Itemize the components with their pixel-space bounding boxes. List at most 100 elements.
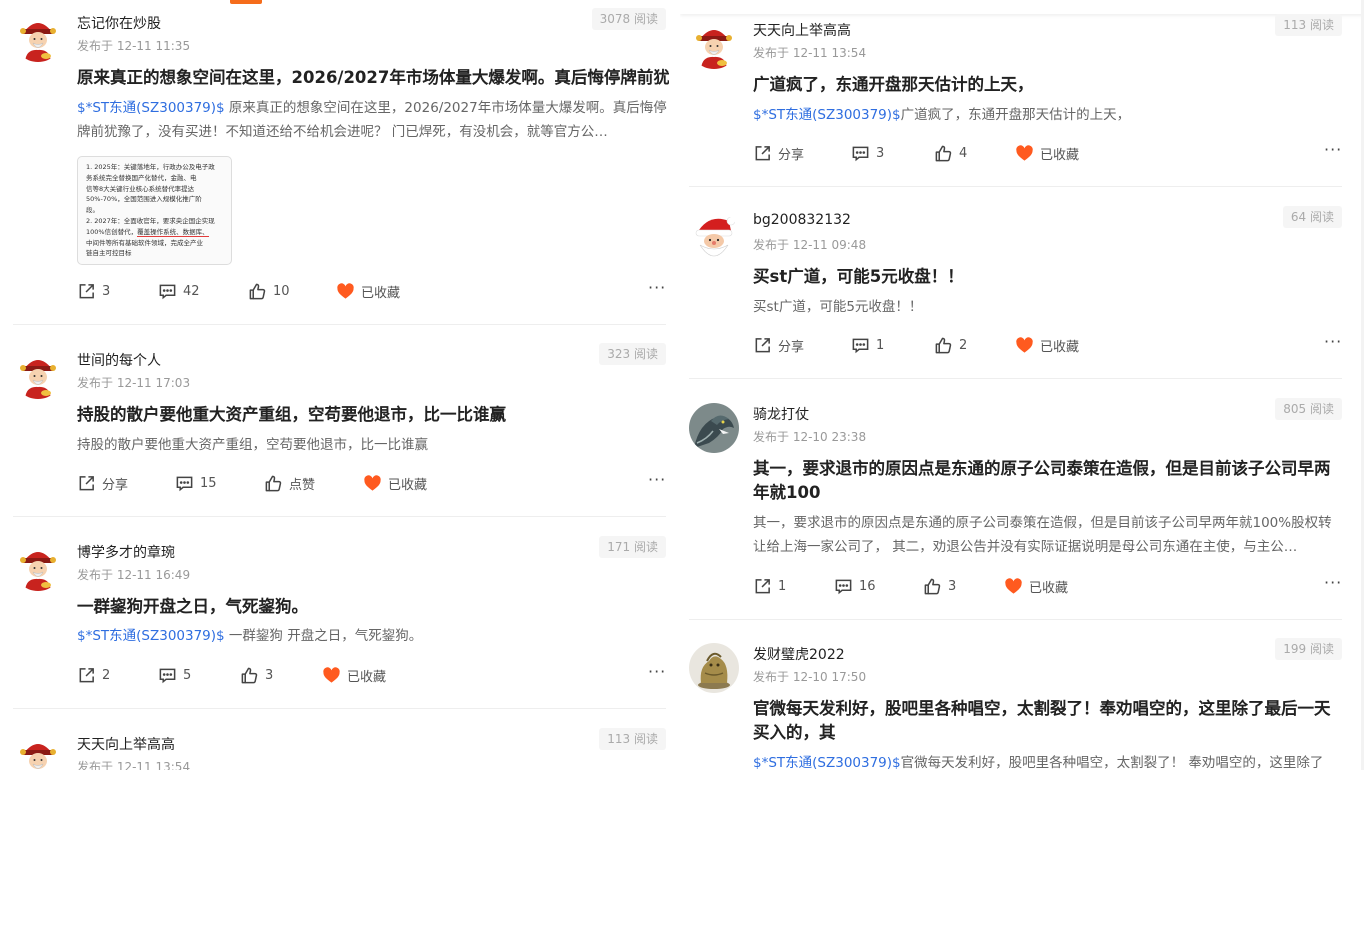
comment-button[interactable]: 1 <box>851 334 884 356</box>
post-body[interactable]: 持股的散户要他重大资产重组，空苟要他退市，比一比谁赢 <box>77 433 669 457</box>
more-icon[interactable]: ··· <box>648 280 666 296</box>
thumb-line: 信等8大关键行业核心系统替代率提达 <box>86 184 195 193</box>
avatar-caishen[interactable] <box>13 12 63 62</box>
thumb-line: 50%-70%，全国范围进入规模化推广阶 <box>86 195 202 204</box>
more-icon[interactable]: ··· <box>1324 142 1342 158</box>
read-count-badge: 323 阅读 <box>599 343 666 365</box>
post-card[interactable]: 骑龙打仗 发布于 12-10 23:38 805 阅读 其一，要求退市的原因点是… <box>680 379 1364 620</box>
username[interactable]: 天天向上举高高 <box>753 20 851 40</box>
username[interactable]: 忘记你在炒股 <box>77 13 161 33</box>
stock-link[interactable]: $*ST东通(SZ300379)$ <box>753 755 901 770</box>
post-body[interactable]: 其一，要求退市的原因点是东通的原子公司泰策在造假，但是目前该子公司早两年就100… <box>753 511 1343 559</box>
avatar-santa[interactable] <box>689 211 739 261</box>
post-card[interactable]: 发财璧虎2022 发布于 12-10 17:50 199 阅读 官微每天发利好，… <box>680 620 1364 770</box>
stock-link[interactable]: $*ST东通(SZ300379)$ <box>77 100 225 116</box>
left-feed-pane: 忘记你在炒股 发布于 12-11 11:35 3078 阅读 原来真正的想象空间… <box>0 0 680 770</box>
like-button[interactable]: 3 <box>923 575 956 597</box>
avatar-golden-beast[interactable] <box>689 643 739 693</box>
like-button[interactable]: 10 <box>248 280 290 302</box>
post-image-thumbnail[interactable]: 1. 2025年：关键落地年，行政办公及电子政 务系统完全替换国产化替代，金融、… <box>77 156 232 265</box>
avatar-dragon[interactable] <box>689 403 739 453</box>
post-time: 发布于 12-10 23:38 <box>753 430 867 444</box>
more-icon[interactable]: ··· <box>648 664 666 680</box>
post-title[interactable]: 广道疯了，东通开盘那天估计的上天， <box>753 73 1343 97</box>
post-body[interactable]: 买st广道，可能5元收盘！！ <box>753 295 1343 319</box>
collect-button[interactable]: 已收藏 <box>322 664 386 686</box>
post-body[interactable]: $*ST东通(SZ300379)$ 原来真正的想象空间在这里，2026/2027… <box>77 96 669 144</box>
action-bar: 分享 3 4 已收藏 ··· <box>753 142 1343 164</box>
thumb-line: 中间件等所有基础软件领域，完成全产业 <box>86 238 203 247</box>
post-time: 发布于 12-11 16:49 <box>77 568 191 582</box>
share-button[interactable]: 分享 <box>77 472 128 494</box>
post-card[interactable]: 忘记你在炒股 发布于 12-11 11:35 3078 阅读 原来真正的想象空间… <box>0 0 680 325</box>
stock-link[interactable]: $*ST东通(SZ300379)$ <box>753 107 901 123</box>
post-title[interactable]: 持股的散户要他重大资产重组，空苟要他退市，比一比谁赢 <box>77 403 669 427</box>
like-button[interactable]: 2 <box>934 334 967 356</box>
collect-button[interactable]: 已收藏 <box>336 280 400 302</box>
post-body[interactable]: $*ST东通(SZ300379)$ 一群鋆狗 开盘之日，气死鋆狗。 <box>77 624 669 648</box>
like-button[interactable]: 点赞 <box>264 472 315 494</box>
post-card[interactable]: 天天向上举高高 发布于 12-11 13:54 113 阅读 广道疯了，东通开盘… <box>680 0 1364 186</box>
share-button[interactable]: 分享 <box>753 334 804 356</box>
more-icon[interactable]: ··· <box>648 472 666 488</box>
stock-link[interactable]: $*ST东通(SZ300379)$ <box>77 628 225 644</box>
read-count-badge: 64 阅读 <box>1282 206 1342 228</box>
thumb-line: 段。 <box>86 206 99 215</box>
post-title[interactable]: 其一，要求退市的原因点是东通的原子公司泰策在造假，但是目前该子公司早两年就100 <box>753 457 1343 505</box>
share-button[interactable]: 分享 <box>753 142 804 164</box>
username[interactable]: 天天向上举高高 <box>77 734 175 754</box>
avatar-caishen[interactable] <box>13 733 63 770</box>
share-button[interactable]: 2 <box>77 664 110 686</box>
post-body[interactable]: $*ST东通(SZ300379)$广道疯了，东通开盘那天估计的上天， <box>753 103 1343 127</box>
post-title[interactable]: 一群鋆狗开盘之日，气死鋆狗。 <box>77 595 669 619</box>
post-time: 发布于 12-11 13:54 <box>77 760 191 770</box>
comment-button[interactable]: 5 <box>158 664 191 686</box>
share-button[interactable]: 3 <box>77 280 110 302</box>
username[interactable]: 世间的每个人 <box>77 350 161 370</box>
more-icon[interactable]: ··· <box>1324 334 1342 350</box>
thumb-line: 链自主可控目标 <box>86 249 132 258</box>
thumb-line: 1. 2025年：关键落地年，行政办公及电子政 <box>86 163 215 171</box>
like-button[interactable]: 3 <box>240 664 273 686</box>
comment-button[interactable]: 16 <box>834 575 876 597</box>
post-time: 发布于 12-11 09:48 <box>753 238 867 252</box>
post-title[interactable]: 买st广道，可能5元收盘！！ <box>753 265 1343 289</box>
action-bar: 2 5 3 已收藏 ··· <box>77 664 667 686</box>
avatar-caishen[interactable] <box>13 349 63 399</box>
collect-button[interactable]: 已收藏 <box>1004 575 1068 597</box>
post-time: 发布于 12-11 13:54 <box>753 46 867 60</box>
post-body[interactable]: $*ST东通(SZ300379)$官微每天发利好，股吧里各种唱空，太割裂了！ 奉… <box>753 751 1343 770</box>
post-title[interactable]: 原来真正的想象空间在这里，2026/2027年市场体量大爆发啊。真后悔停牌前犹豫 <box>77 66 669 90</box>
username[interactable]: 发财璧虎2022 <box>753 644 845 664</box>
action-bar: 1 16 3 已收藏 ··· <box>753 575 1343 597</box>
read-count-badge: 171 阅读 <box>599 536 666 558</box>
username[interactable]: bg200832132 <box>753 212 851 228</box>
comment-button[interactable]: 42 <box>158 280 200 302</box>
comment-button[interactable]: 3 <box>851 142 884 164</box>
read-count-badge: 113 阅读 <box>599 728 666 750</box>
username[interactable]: 骑龙打仗 <box>753 404 809 424</box>
collect-button[interactable]: 已收藏 <box>1015 334 1079 356</box>
post-card[interactable]: 天天向上举高高 发布于 12-11 13:54 113 阅读 <box>0 709 680 770</box>
like-button[interactable]: 4 <box>934 142 967 164</box>
more-icon[interactable]: ··· <box>1324 575 1342 591</box>
post-body-text: 广道疯了，东通开盘那天估计的上天， <box>900 107 1131 123</box>
post-card[interactable]: 世间的每个人 发布于 12-11 17:03 323 阅读 持股的散户要他重大资… <box>0 325 680 517</box>
collect-button[interactable]: 已收藏 <box>363 472 427 494</box>
thumb-underline: 覆盖操作系统、数据库、 <box>137 227 209 237</box>
comment-button[interactable]: 15 <box>175 472 217 494</box>
post-body-text: 一群鋆狗 开盘之日，气死鋆狗。 <box>224 628 423 644</box>
right-feed-pane: 天天向上举高高 发布于 12-11 13:54 113 阅读 广道疯了，东通开盘… <box>680 0 1364 770</box>
post-card[interactable]: bg200832132 发布于 12-11 09:48 64 阅读 买st广道，… <box>680 187 1364 379</box>
post-time: 发布于 12-11 17:03 <box>77 376 191 390</box>
avatar-caishen[interactable] <box>689 19 739 69</box>
collect-button[interactable]: 已收藏 <box>1015 142 1079 164</box>
action-bar: 分享 15 点赞 已收藏 ··· <box>77 472 667 494</box>
post-card[interactable]: 博学多才的章琬 发布于 12-11 16:49 171 阅读 一群鋆狗开盘之日，… <box>0 517 680 709</box>
avatar-caishen[interactable] <box>13 541 63 591</box>
thumb-line: 100%信创替代，覆盖操作系统、数据库、 <box>86 227 209 237</box>
read-count-badge: 805 阅读 <box>1275 398 1342 420</box>
share-button[interactable]: 1 <box>753 575 786 597</box>
username[interactable]: 博学多才的章琬 <box>77 542 175 562</box>
post-title[interactable]: 官微每天发利好，股吧里各种唱空，太割裂了！奉劝唱空的，这里除了最后一天买入的，其 <box>753 697 1343 745</box>
